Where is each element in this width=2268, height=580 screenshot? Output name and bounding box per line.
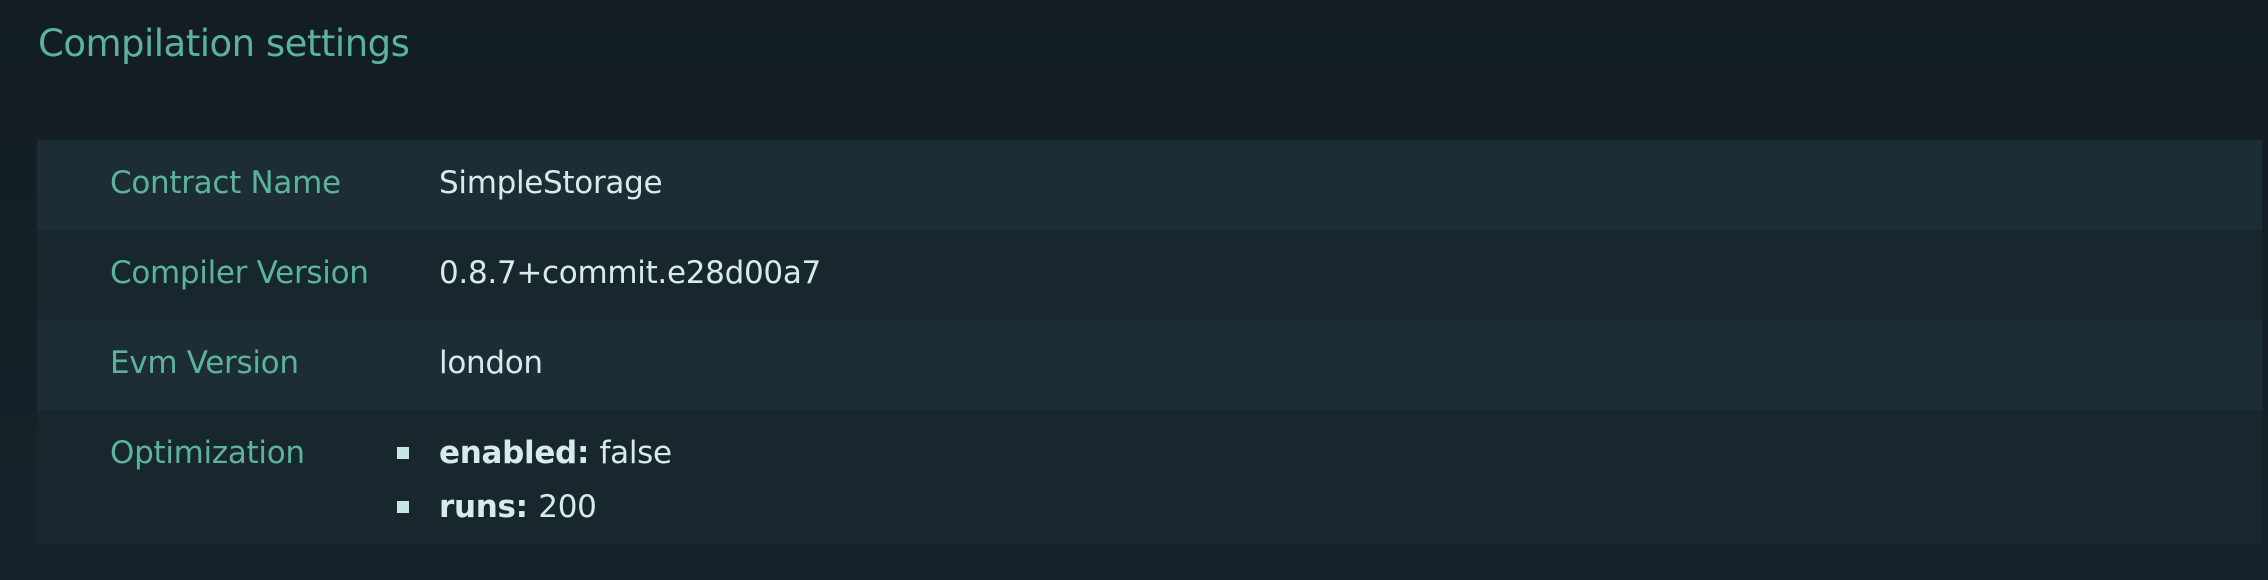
optimization-list: enabled: false runs: 200: [397, 410, 2220, 543]
value-cell: london: [439, 320, 2262, 410]
section-title: Compilation settings: [38, 22, 410, 65]
list-item-runs: runs: 200: [397, 489, 2220, 543]
square-bullet-icon: [397, 447, 409, 459]
value-cell: SimpleStorage: [439, 140, 2262, 230]
optimization-runs-key: runs:: [439, 489, 539, 525]
compiler-version-label: Compiler Version: [110, 255, 369, 291]
value-cell: enabled: false runs: 200: [397, 410, 2262, 544]
list-item-enabled: enabled: false: [397, 435, 2220, 489]
key-cell: Compiler Version: [37, 230, 439, 320]
table-row-optimization: Optimization enabled: false runs: 200: [37, 410, 2262, 544]
optimization-label: Optimization: [110, 435, 305, 471]
key-cell: Evm Version: [37, 320, 439, 410]
value-cell: 0.8.7+commit.e28d00a7: [439, 230, 2262, 320]
optimization-runs-value: 200: [538, 489, 597, 525]
evm-version-label: Evm Version: [110, 345, 299, 381]
table-row-evm-version: Evm Version london: [37, 320, 2262, 410]
optimization-enabled-key: enabled:: [439, 435, 600, 471]
contract-name-value: SimpleStorage: [439, 165, 663, 201]
table-row-contract-name: Contract Name SimpleStorage: [37, 140, 2262, 230]
key-cell: Contract Name: [37, 140, 439, 230]
square-bullet-icon: [397, 501, 409, 513]
optimization-enabled-value: false: [599, 435, 673, 471]
compiler-version-value: 0.8.7+commit.e28d00a7: [439, 255, 821, 291]
settings-table: Contract Name SimpleStorage Compiler Ver…: [37, 140, 2262, 544]
evm-version-value: london: [439, 345, 543, 381]
contract-name-label: Contract Name: [110, 165, 341, 201]
table-row-compiler-version: Compiler Version 0.8.7+commit.e28d00a7: [37, 230, 2262, 320]
compilation-settings-panel: Compilation settings Contract Name Simpl…: [0, 0, 2268, 580]
key-cell: Optimization: [37, 410, 439, 544]
